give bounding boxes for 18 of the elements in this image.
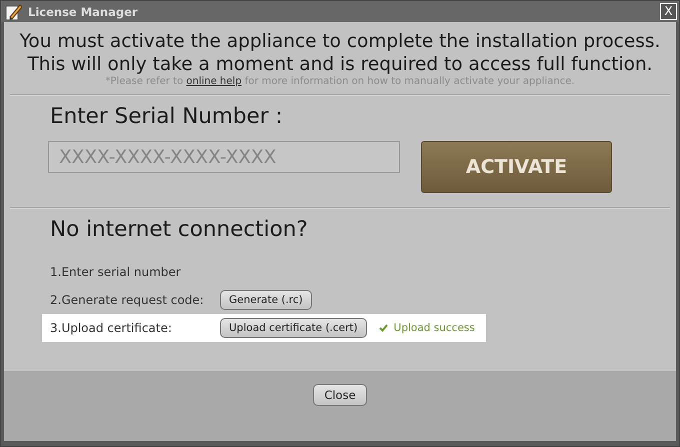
step-button[interactable]: Upload certificate (.cert) [220,318,367,338]
pencil-icon [5,2,22,20]
serial-number-field[interactable]: XXXX-XXXX-XXXX-XXXX [48,141,400,173]
check-icon [378,324,388,332]
step-label: 3.Upload certificate: [50,321,173,335]
step-label: 2.Generate request code: [50,293,205,307]
status-text: Upload success [394,322,475,334]
activate-button[interactable]: ACTIVATE [421,141,612,193]
close-icon[interactable]: X [660,3,677,20]
intro-text: This will only take a moment and is required to access full function. [26,53,654,76]
section-heading: No internet connection? [50,217,309,242]
section-heading: Enter Serial Number : [50,104,284,129]
online-help-link[interactable]: online help [186,76,242,87]
close-button[interactable]: Close [313,384,367,406]
step-button[interactable]: Generate (.rc) [220,290,312,310]
step-label: 1.Enter serial number [50,265,182,279]
intro-text: You must activate the appliance to complete the installation process. [18,30,662,53]
window-title: License Manager [28,4,139,18]
